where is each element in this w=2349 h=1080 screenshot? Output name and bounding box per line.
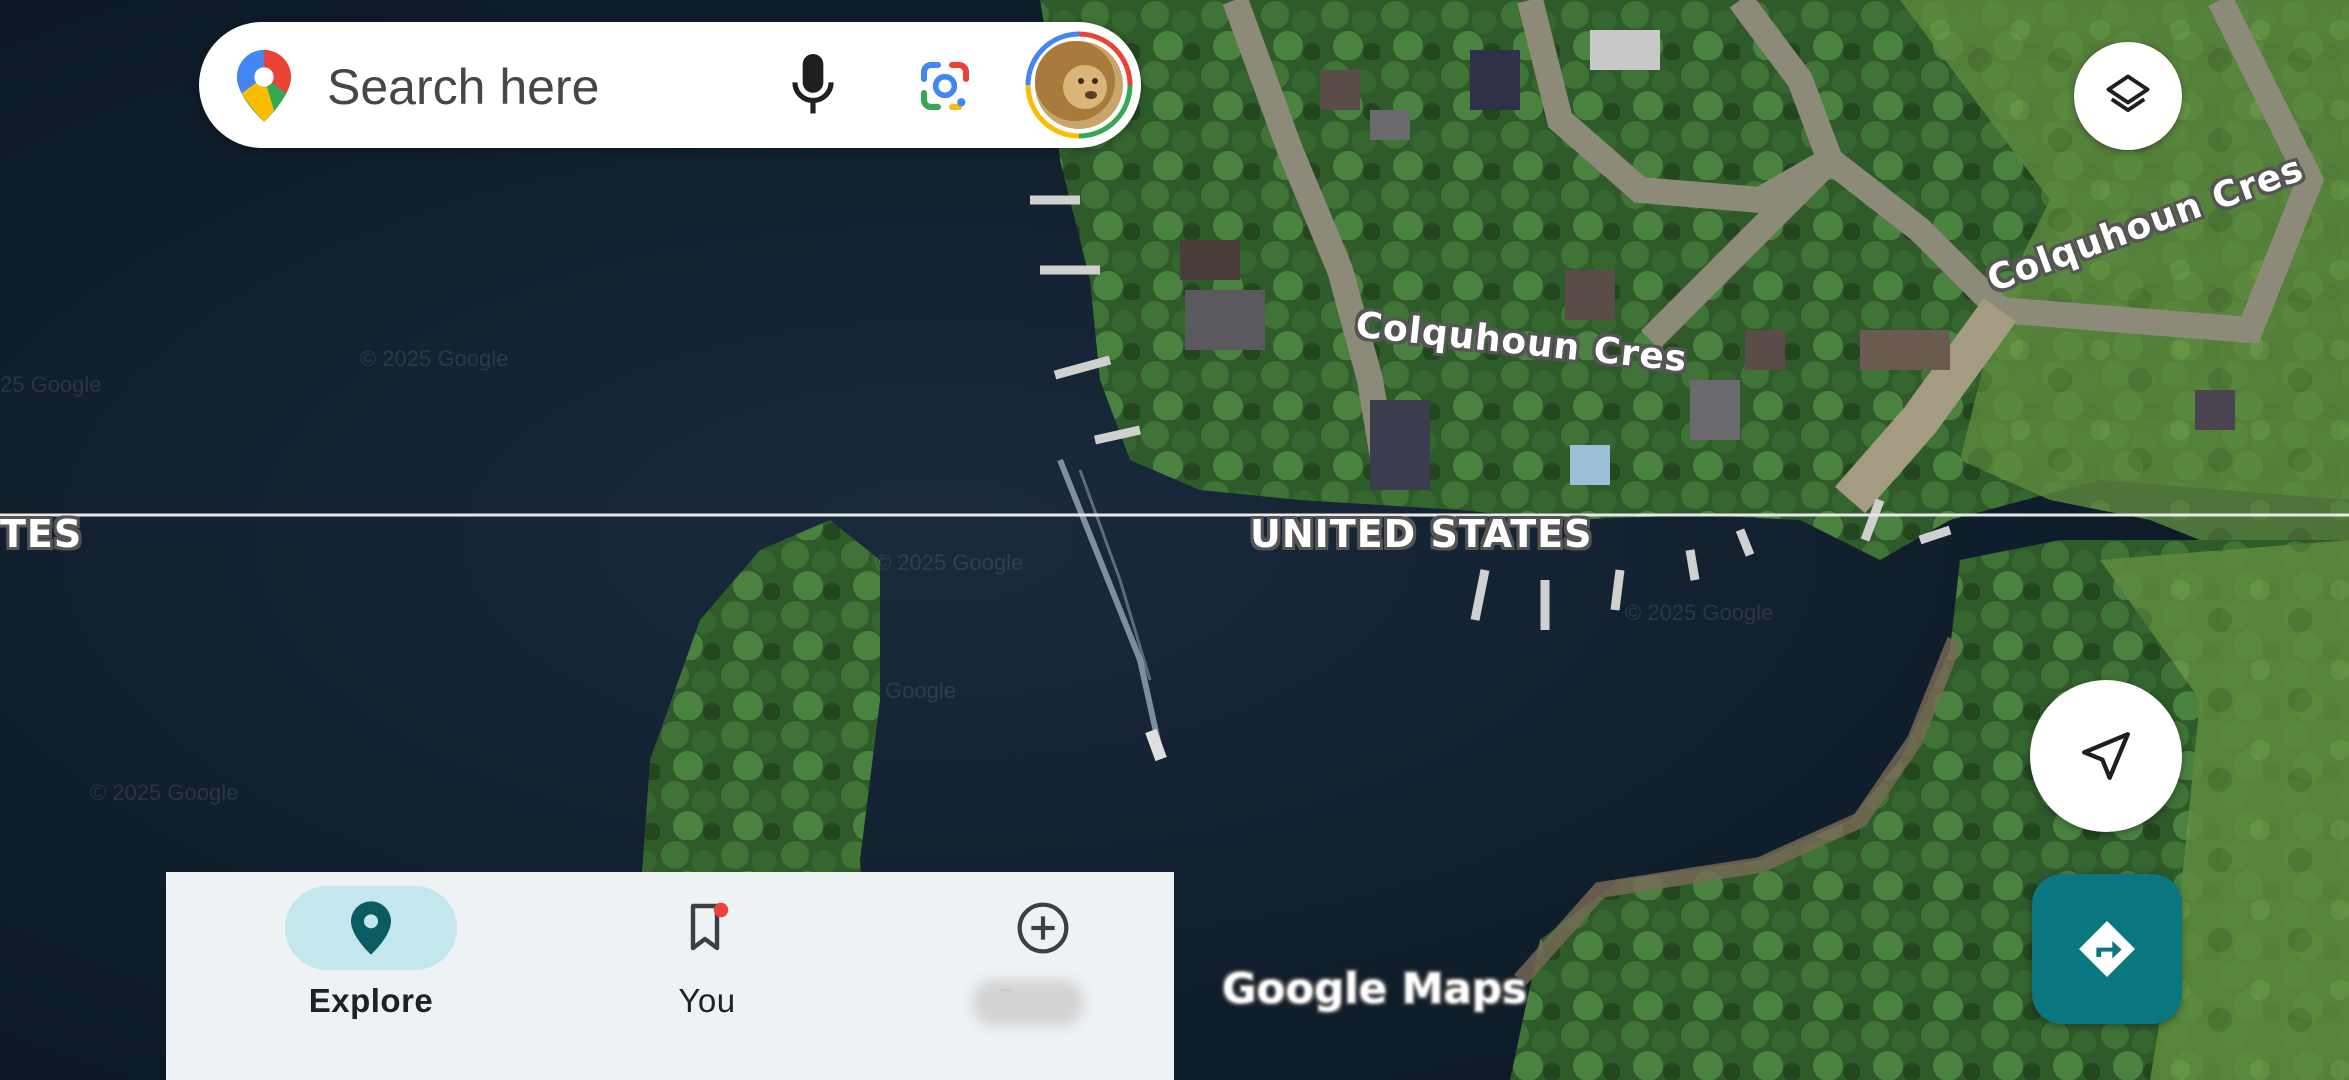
map-watermark: 25 Google <box>0 372 102 397</box>
directions-button[interactable] <box>2032 874 2182 1024</box>
map-watermark: © 2025 Google <box>875 550 1024 575</box>
bookmark-icon <box>690 902 729 951</box>
google-maps-logo: Google Maps <box>1222 964 1527 1013</box>
selected-pill <box>285 886 457 970</box>
microphone-icon[interactable] <box>791 54 835 116</box>
my-location-button[interactable] <box>2030 680 2182 832</box>
country-label: UNITED STATES <box>1250 512 1593 556</box>
nav-icon-wrap <box>957 886 1129 970</box>
map-watermark: © 2025 Google <box>1625 600 1774 625</box>
search-bar[interactable]: Search here <box>199 22 1141 148</box>
nav-icon-wrap <box>621 886 793 970</box>
nav-tab-contribute[interactable]: C <box>913 872 1173 1080</box>
layers-button[interactable] <box>2074 42 2182 150</box>
location-pin-icon <box>351 901 391 955</box>
nav-tab-explore[interactable]: Explore <box>241 872 501 1080</box>
nav-label: You <box>678 982 736 1019</box>
google-lens-icon[interactable] <box>917 58 973 114</box>
map-watermark: © 2025 Google <box>360 346 509 371</box>
nav-label: Explore <box>308 982 434 1019</box>
directions-icon <box>2079 921 2135 977</box>
notification-badge <box>713 902 729 918</box>
search-input[interactable]: Search here <box>327 58 599 116</box>
nav-tab-you[interactable]: You <box>577 872 837 1080</box>
map-watermark: Google <box>885 678 956 703</box>
layers-icon <box>2106 74 2150 113</box>
country-label: TES <box>0 512 83 556</box>
google-maps-pin-icon <box>237 50 291 122</box>
navigation-arrow-icon <box>2082 732 2130 780</box>
profile-avatar[interactable] <box>1025 31 1133 139</box>
blurred-region <box>973 980 1083 1026</box>
map-watermark: © 2025 Google <box>90 780 239 805</box>
bottom-navigation: Explore You C <box>166 872 1174 1080</box>
add-circle-icon <box>1017 902 1069 954</box>
